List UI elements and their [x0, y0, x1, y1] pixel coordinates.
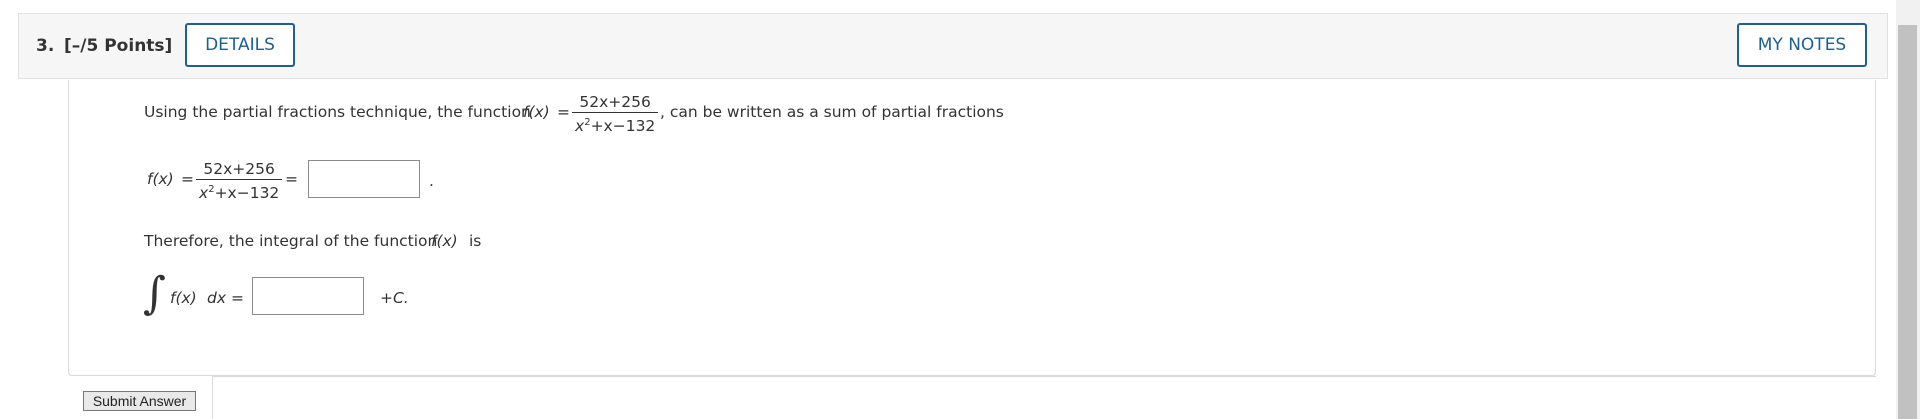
integral-sign: ∫ — [143, 268, 166, 319]
submit-answer-button[interactable]: Submit Answer — [83, 391, 196, 411]
details-button[interactable]: DETAILS — [185, 23, 295, 67]
function-name-2: f(x) — [147, 170, 174, 188]
question-header: 3. [–/5 Points] DETAILS MY NOTES — [18, 13, 1888, 79]
dx: dx — [207, 289, 227, 307]
function-name-3: f(x) — [431, 232, 458, 250]
period: . — [429, 172, 434, 190]
fraction-bar — [572, 112, 659, 113]
question-content — [68, 80, 1876, 376]
scrollbar-thumb[interactable] — [1898, 25, 1917, 419]
response-area — [212, 376, 1876, 419]
function-name: f(x) — [523, 103, 550, 121]
fraction-numerator-2: 52x+256 — [203, 160, 275, 178]
my-notes-button[interactable]: MY NOTES — [1737, 23, 1867, 67]
function-fraction-2: 52x+256 x2+x−132 — [196, 160, 283, 203]
equals-sign-3: = — [285, 170, 298, 188]
partial-fractions-input[interactable] — [308, 160, 420, 198]
intro-text: Using the partial fractions technique, t… — [144, 103, 531, 121]
fraction-denominator: x2+x−132 — [575, 117, 656, 136]
fraction-denominator-2: x2+x−132 — [199, 184, 280, 203]
intro-text-continued: , can be written as a sum of partial fra… — [660, 103, 1004, 121]
plus-constant: +C. — [380, 289, 409, 307]
equals-sign-2: = — [181, 170, 194, 188]
fraction-numerator: 52x+256 — [579, 93, 651, 111]
integrand: f(x) — [170, 289, 197, 307]
function-fraction: 52x+256 x2+x−132 — [572, 93, 659, 136]
is-text: is — [469, 232, 482, 250]
equals-sign-4: = — [231, 289, 244, 307]
fraction-bar-2 — [196, 179, 283, 180]
question-number: 3. — [36, 36, 55, 56]
integral-input[interactable] — [252, 277, 364, 315]
equals-sign: = — [557, 103, 570, 121]
question-points: [–/5 Points] — [64, 36, 173, 56]
therefore-text: Therefore, the integral of the function — [144, 232, 438, 250]
